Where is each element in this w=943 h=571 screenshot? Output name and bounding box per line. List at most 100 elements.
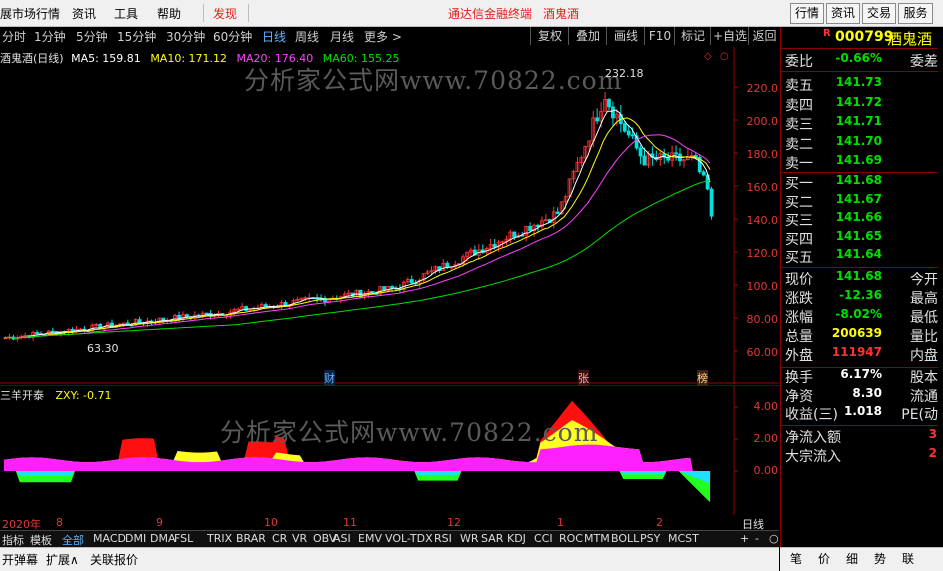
- flow-row: 净流入额 3: [781, 427, 938, 446]
- stat-row-label: 总量: [785, 329, 813, 345]
- menu-news[interactable]: 资讯: [72, 5, 96, 22]
- indicator-tab[interactable]: 指标: [2, 532, 24, 548]
- indicator-tab[interactable]: 全部: [62, 532, 84, 548]
- zoom-in-icon[interactable]: +: [740, 532, 749, 545]
- bid-row-value: 141.65: [835, 228, 882, 243]
- tab-trend[interactable]: 势: [874, 550, 886, 567]
- indicator-tab[interactable]: SAR: [481, 532, 503, 545]
- period-more[interactable]: 更多 >: [364, 28, 402, 45]
- indicator-tab[interactable]: CCI: [534, 532, 553, 545]
- bid-row-label: 买四: [785, 231, 813, 248]
- indicator-tab[interactable]: KDJ: [507, 532, 526, 545]
- bid-row-label: 买二: [785, 194, 813, 211]
- price-tick: 120.0: [746, 247, 779, 260]
- date-tick: 8: [56, 516, 63, 529]
- period-60min[interactable]: 60分钟: [213, 28, 252, 45]
- period-30min[interactable]: 30分钟: [166, 28, 205, 45]
- indicator-name: 三羊开泰: [0, 389, 44, 402]
- period-daily[interactable]: 日线: [262, 28, 286, 45]
- indicator-canvas: [0, 385, 779, 515]
- expand-button[interactable]: 扩展∧: [46, 551, 79, 568]
- candle-body: [622, 123, 627, 132]
- date-tick: 12: [447, 516, 461, 529]
- period-weekly[interactable]: 周线: [295, 28, 319, 45]
- indicator-tab[interactable]: DMA: [150, 532, 176, 545]
- news-button[interactable]: 资讯: [826, 3, 860, 24]
- indicator-tab[interactable]: FSL: [174, 532, 193, 545]
- service-button[interactable]: 服务: [898, 3, 933, 24]
- marker-limit-up[interactable]: 张: [578, 370, 589, 386]
- stat2-row-label2: 股本: [910, 370, 938, 386]
- stat-row-value: 111947: [831, 345, 882, 359]
- tab-tick[interactable]: 笔: [790, 550, 802, 567]
- indicator-chart[interactable]: 三羊开泰 ZXY: -0.71 分析家公式网www.70822.com 4.00…: [0, 385, 779, 515]
- tab-linked[interactable]: 联: [902, 550, 914, 567]
- indicator-tab[interactable]: BOLL: [611, 532, 639, 545]
- kline-chart[interactable]: 酒鬼酒(日线) MA5: 159.81 MA10: 171.12 MA20: 1…: [0, 47, 779, 386]
- price-tick: 60.00: [746, 346, 779, 359]
- fuquan-button[interactable]: 复权: [530, 27, 569, 45]
- menu-tools[interactable]: 工具: [114, 5, 138, 22]
- indicator-tab[interactable]: 模板: [30, 532, 52, 548]
- trade-button[interactable]: 交易: [862, 3, 896, 24]
- candle-body: [626, 130, 631, 136]
- weibi-value: -0.66%: [835, 51, 882, 65]
- draw-button[interactable]: 画线: [606, 27, 645, 45]
- indicator-tab-bar: 指标 模板 全部 MACD DMI DMA FSL TRIX BRAR CR VR OBV ASI EMV…: [0, 530, 779, 547]
- quote-button[interactable]: 行情: [790, 3, 824, 24]
- mark-button[interactable]: 标记: [674, 27, 711, 45]
- related-quote-button[interactable]: 关联报价: [90, 551, 138, 568]
- indicator-tab[interactable]: ROC: [559, 532, 583, 545]
- quote-tabs: 笔 价 细 势 联: [780, 547, 943, 571]
- back-button[interactable]: 返回: [748, 27, 780, 45]
- f10-button[interactable]: F10: [644, 27, 675, 45]
- divider: [781, 48, 938, 49]
- stat-row: 涨幅 -8.02% 最低: [781, 307, 938, 326]
- indicator-tab[interactable]: RSI: [434, 532, 452, 545]
- indicator-tab[interactable]: BRAR: [236, 532, 266, 545]
- flow-value: 2: [928, 446, 937, 460]
- bid-row-label: 买五: [785, 250, 813, 267]
- period-5min[interactable]: 5分钟: [76, 28, 108, 45]
- marker-billboard[interactable]: 榜: [697, 370, 708, 386]
- indicator-tab[interactable]: MACD: [93, 532, 126, 545]
- ask-row-value: 141.70: [835, 133, 882, 148]
- weibi-row: 委比 -0.66% 委差: [781, 51, 938, 70]
- indicator-tab[interactable]: ASI: [333, 532, 351, 545]
- stat2-row-label: 收益(三): [785, 407, 838, 423]
- indicator-tab[interactable]: VOL-TDX: [385, 532, 433, 545]
- tab-price[interactable]: 价: [818, 550, 830, 567]
- indicator-tab[interactable]: PSY: [640, 532, 660, 545]
- period-1min[interactable]: 1分钟: [34, 28, 66, 45]
- period-15min[interactable]: 15分钟: [117, 28, 156, 45]
- ask-row-label: 卖三: [785, 117, 813, 133]
- stat-row-label: 现价: [785, 272, 813, 288]
- indicator-tab[interactable]: EMV: [358, 532, 382, 545]
- period-intraday[interactable]: 分时: [2, 28, 26, 45]
- indicator-tab[interactable]: WR: [460, 532, 479, 545]
- stat-row-value: 141.68: [835, 269, 882, 283]
- menu-market[interactable]: 展市场行情: [0, 5, 60, 22]
- circle-icon[interactable]: ○: [720, 51, 729, 62]
- indicator-tab[interactable]: DMI: [125, 532, 146, 545]
- candle-body: [638, 147, 643, 157]
- indicator-tab[interactable]: VR: [292, 532, 307, 545]
- overlay-button[interactable]: 叠加: [568, 27, 607, 45]
- bid-row: 买二 141.67: [781, 192, 938, 211]
- marker-finance[interactable]: 财: [324, 370, 335, 386]
- candle-body: [709, 188, 714, 217]
- diamond-icon[interactable]: ◇: [704, 51, 712, 62]
- period-monthly[interactable]: 月线: [330, 28, 354, 45]
- menu-discover[interactable]: 发现: [213, 5, 237, 22]
- danmaku-button[interactable]: 开弹幕: [2, 551, 38, 568]
- indicator-tab[interactable]: CR: [272, 532, 287, 545]
- tab-detail[interactable]: 细: [846, 550, 858, 567]
- indicator-tab[interactable]: MCST: [668, 532, 699, 545]
- add-watchlist-button[interactable]: +自选: [710, 27, 749, 45]
- indicator-tab[interactable]: MTM: [584, 532, 610, 545]
- bid-row-value: 141.64: [835, 247, 882, 262]
- indicator-tab[interactable]: TRIX: [207, 532, 232, 545]
- menu-help[interactable]: 帮助: [157, 5, 181, 22]
- zoom-out-icon[interactable]: -: [755, 532, 759, 545]
- circle-icon[interactable]: ○: [769, 532, 779, 545]
